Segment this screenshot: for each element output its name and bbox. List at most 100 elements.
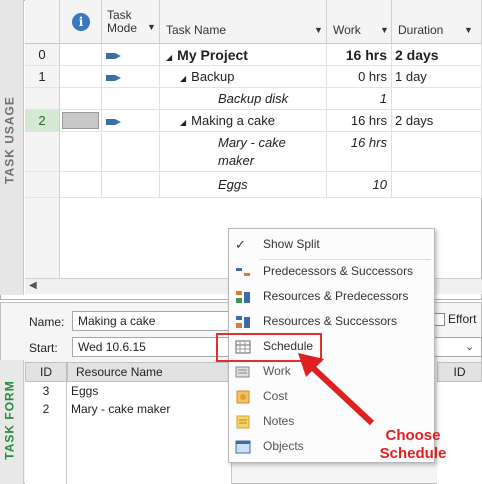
predecessors-successors-icon	[236, 268, 250, 276]
task-usage-label: TASK USAGE	[2, 96, 17, 184]
indicator-cell[interactable]	[60, 172, 102, 198]
duration-cell[interactable]	[392, 172, 482, 198]
menu-item-label: Cost	[263, 389, 288, 403]
effort-driven-label: Effort	[448, 312, 477, 326]
chevron-down-icon[interactable]: ▼	[147, 22, 156, 32]
task-mode-cell[interactable]	[102, 172, 160, 198]
chevron-down-icon[interactable]: ⌄	[465, 340, 474, 353]
task-mode-column-header[interactable]: Task Mode ▼	[102, 0, 160, 44]
work-cell[interactable]: 10	[327, 172, 392, 198]
auto-scheduled-icon	[106, 119, 121, 125]
assignment-name-cell[interactable]: Eggs	[160, 172, 327, 198]
task-mode-cell[interactable]	[102, 110, 160, 132]
work-cell[interactable]: 16 hrs	[327, 132, 392, 172]
cost-icon	[236, 390, 250, 404]
task-name-column-header[interactable]: Task Name ▼	[160, 0, 327, 44]
assignment-name-cell[interactable]: Mary - cake maker	[160, 132, 327, 172]
task-name: My Project	[177, 47, 248, 63]
task-mode-cell[interactable]	[102, 132, 160, 172]
task-name: Backup	[191, 69, 235, 84]
scroll-left-icon[interactable]: ◀	[29, 280, 37, 291]
task-mode-cell[interactable]	[102, 88, 160, 110]
auto-scheduled-icon	[106, 75, 121, 81]
name-label: Name:	[29, 315, 65, 329]
annotation-arrow	[298, 353, 375, 426]
task-mode-header-label: Task Mode	[107, 8, 138, 35]
collapse-triangle-icon[interactable]: ◢	[166, 53, 172, 62]
collapse-triangle-icon[interactable]: ◢	[180, 74, 186, 83]
duration-column-header[interactable]: Duration ▼	[392, 0, 482, 44]
row-id[interactable]: 0	[25, 44, 60, 66]
menu-item-label: Resources & Predecessors	[263, 289, 409, 303]
resources-successors-icon	[236, 316, 250, 328]
menu-item-label: Work	[263, 364, 291, 378]
start-label: Start:	[29, 341, 58, 355]
selected-cell-fill	[62, 112, 99, 129]
task-name-cell[interactable]: ◢ Backup	[160, 66, 327, 88]
form-row-resource[interactable]: Eggs	[71, 382, 231, 400]
row-id[interactable]	[25, 132, 60, 172]
work-icon	[235, 366, 250, 378]
form-row-id[interactable]: 2	[25, 400, 67, 418]
menu-item-label: Resources & Successors	[263, 314, 398, 328]
chevron-down-icon[interactable]: ▼	[464, 25, 473, 35]
duration-cell[interactable]: 2 days	[392, 44, 482, 66]
indicator-cell-selected[interactable]	[60, 110, 102, 132]
row-id[interactable]	[25, 172, 60, 198]
row-id-empty-area	[25, 198, 60, 278]
indicator-cell[interactable]	[60, 132, 102, 172]
annotation-callout: Choose Schedule	[379, 427, 447, 462]
objects-icon	[235, 440, 251, 454]
form-id-header-right[interactable]: ID	[437, 362, 482, 382]
task-mode-cell[interactable]	[102, 66, 160, 88]
duration-header-label: Duration	[398, 23, 444, 37]
form-dropdown[interactable]: ⌄	[434, 337, 482, 357]
checkmark-icon: ✓	[235, 237, 246, 252]
work-column-header[interactable]: Work ▼	[327, 0, 392, 44]
chevron-down-icon[interactable]: ▼	[380, 25, 389, 35]
work-cell[interactable]: 16 hrs	[327, 110, 392, 132]
menu-item-label: Objects	[263, 439, 304, 453]
form-id-header[interactable]: ID	[25, 362, 67, 382]
form-row-resource[interactable]: Mary - cake maker	[71, 400, 231, 418]
menu-item-predecessors-successors[interactable]: Predecessors & Successors	[229, 259, 434, 284]
menu-item-label: Show Split	[263, 237, 320, 251]
collapse-triangle-icon[interactable]: ◢	[180, 118, 186, 127]
menu-item-resources-successors[interactable]: Resources & Successors	[229, 309, 434, 334]
name-field[interactable]: Making a cake	[72, 311, 232, 331]
task-form-label: TASK FORM	[2, 380, 17, 460]
task-name: Making a cake	[191, 113, 275, 128]
duration-cell[interactable]: 1 day	[392, 66, 482, 88]
info-column-header[interactable]: i	[60, 0, 102, 44]
indicator-cell[interactable]	[60, 88, 102, 110]
duration-cell[interactable]	[392, 88, 482, 110]
indicator-cell[interactable]	[60, 44, 102, 66]
menu-item-resources-predecessors[interactable]: Resources & Predecessors	[229, 284, 434, 309]
row-id[interactable]: 1	[25, 66, 60, 88]
notes-icon	[236, 415, 250, 429]
auto-scheduled-icon	[106, 53, 121, 59]
task-name-cell[interactable]: ◢ My Project	[160, 44, 327, 66]
start-field[interactable]: Wed 10.6.15	[72, 337, 232, 357]
chevron-down-icon[interactable]: ▼	[314, 25, 323, 35]
row-id-selected[interactable]: 2	[25, 110, 60, 132]
duration-cell[interactable]	[392, 132, 482, 172]
work-cell[interactable]: 1	[327, 88, 392, 110]
menu-item-show-split[interactable]: ✓ Show Split	[229, 232, 434, 257]
row-id-header[interactable]	[25, 0, 60, 44]
duration-cell[interactable]: 2 days	[392, 110, 482, 132]
info-icon: i	[72, 13, 90, 31]
task-name-header-label: Task Name	[166, 23, 227, 37]
assignment-name-cell[interactable]: Backup disk	[160, 88, 327, 110]
work-cell[interactable]: 16 hrs	[327, 44, 392, 66]
work-cell[interactable]: 0 hrs	[327, 66, 392, 88]
form-row-id[interactable]: 3	[25, 382, 67, 400]
form-resource-header[interactable]: Resource Name	[67, 362, 232, 382]
row-id[interactable]	[25, 88, 60, 110]
resources-predecessors-icon	[236, 291, 250, 303]
task-mode-cell[interactable]	[102, 44, 160, 66]
work-header-label: Work	[333, 23, 361, 37]
indicator-cell[interactable]	[60, 66, 102, 88]
menu-item-label: Predecessors & Successors	[263, 264, 414, 278]
task-name-cell[interactable]: ◢ Making a cake	[160, 110, 327, 132]
